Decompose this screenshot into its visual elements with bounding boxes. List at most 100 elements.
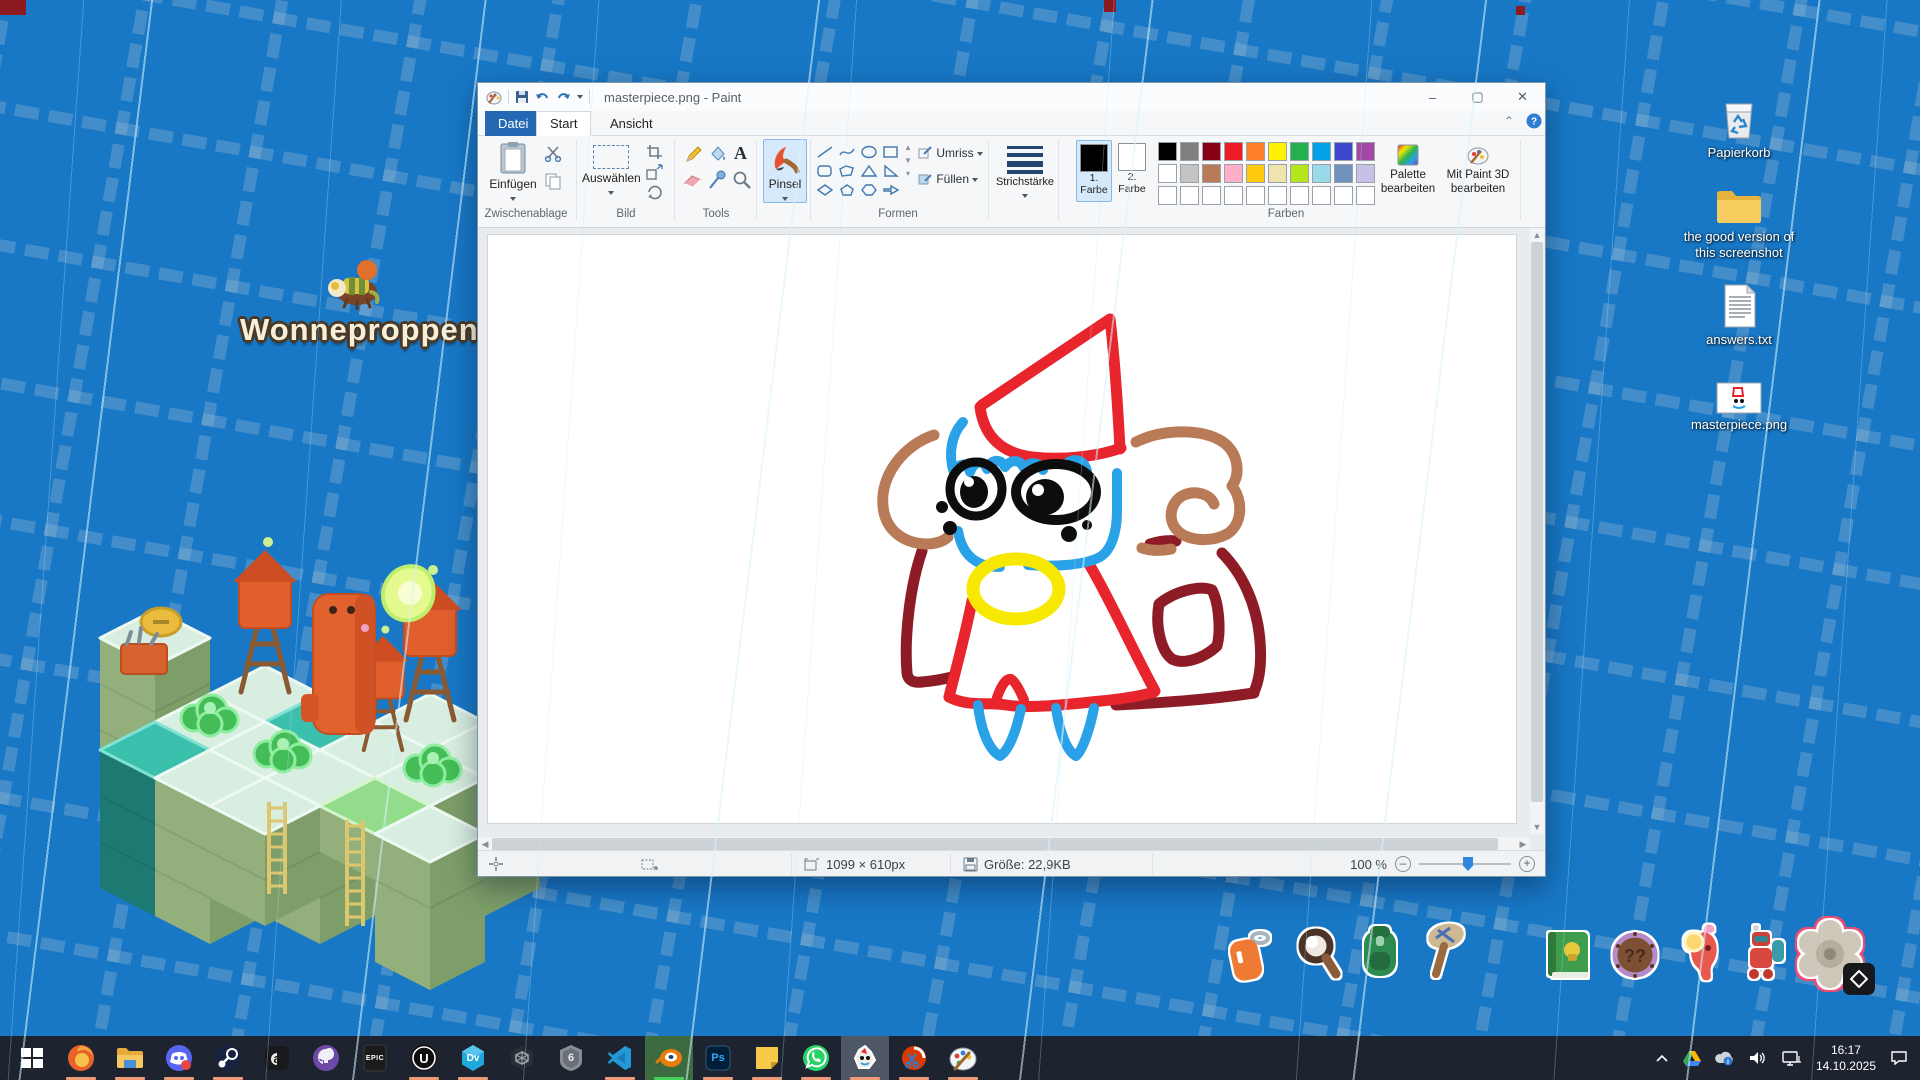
notification-center-icon[interactable] — [1890, 1050, 1908, 1066]
palette-swatch[interactable] — [1158, 164, 1177, 183]
resize-icon[interactable] — [646, 164, 664, 180]
zoom-out-button[interactable]: – — [1395, 856, 1411, 872]
horizontal-scroll-thumb[interactable] — [492, 838, 1498, 850]
help-icon[interactable]: ? — [1526, 113, 1542, 132]
tab-start[interactable]: Start — [536, 111, 591, 136]
palette-swatch-empty[interactable] — [1334, 186, 1353, 205]
palette-swatch[interactable] — [1356, 142, 1375, 161]
fill-dropdown[interactable]: Füllen — [918, 172, 978, 186]
palette-swatch-empty[interactable] — [1180, 186, 1199, 205]
taskbar-photoshop-icon[interactable]: Ps — [694, 1036, 742, 1080]
tab-ansicht[interactable]: Ansicht — [597, 111, 666, 136]
taskbar-discord-icon[interactable] — [155, 1036, 203, 1080]
palette-swatch[interactable] — [1268, 142, 1287, 161]
taskbar-sticker-app-icon[interactable] — [841, 1036, 889, 1080]
google-drive-icon[interactable] — [1683, 1050, 1701, 1066]
outline-dropdown[interactable]: Umriss — [918, 146, 983, 160]
shapes-scroll-icons[interactable]: ▲▼▾ — [902, 142, 914, 180]
palette-swatch[interactable] — [1224, 142, 1243, 161]
tab-datei[interactable]: Datei — [485, 111, 541, 136]
shape-option[interactable] — [814, 143, 836, 160]
shape-option[interactable] — [814, 162, 836, 179]
clock[interactable]: 16:17 14.10.2025 — [1816, 1042, 1876, 1074]
cut-icon[interactable] — [544, 146, 562, 162]
sticker-cursor-icon[interactable] — [1843, 963, 1875, 995]
cloud-info-icon[interactable]: i — [1715, 1050, 1735, 1066]
palette-swatch[interactable] — [1334, 164, 1353, 183]
redo-icon[interactable] — [556, 91, 571, 104]
palette-swatch-empty[interactable] — [1268, 186, 1287, 205]
palette-swatch-empty[interactable] — [1202, 186, 1221, 205]
save-icon[interactable] — [515, 90, 529, 104]
shape-option[interactable] — [836, 162, 858, 179]
palette-swatch[interactable] — [1224, 164, 1243, 183]
desktop-icon-recycle-bin[interactable]: Papierkorb — [1672, 96, 1806, 161]
horizontal-scrollbar[interactable]: ◀ ▶ — [478, 837, 1530, 851]
select-button[interactable]: Auswählen — [582, 139, 640, 199]
paint-titlebar[interactable]: masterpiece.png - Paint – ▢ ✕ — [478, 83, 1545, 111]
palette-swatch[interactable] — [1312, 142, 1331, 161]
zoom-slider-thumb[interactable] — [1463, 857, 1473, 871]
palette-swatch[interactable] — [1246, 142, 1265, 161]
palette-swatch[interactable] — [1312, 164, 1331, 183]
sticker-whistle[interactable] — [1222, 926, 1278, 993]
palette-swatch[interactable] — [1290, 142, 1309, 161]
size-button[interactable]: Strichstärke — [994, 139, 1056, 202]
palette-swatch[interactable] — [1290, 164, 1309, 183]
shape-option[interactable] — [858, 162, 880, 179]
palette-swatch[interactable] — [1202, 164, 1221, 183]
color2-button[interactable]: 2. Farbe — [1114, 140, 1150, 202]
palette-swatch[interactable] — [1334, 142, 1353, 161]
maximize-button[interactable]: ▢ — [1455, 83, 1500, 111]
paint3d-button[interactable]: Mit Paint 3Dbearbeiten — [1440, 144, 1516, 197]
palette-swatch-empty[interactable] — [1312, 186, 1331, 205]
qat-dropdown-icon[interactable] — [577, 95, 583, 99]
taskbar-firefox-icon[interactable] — [57, 1036, 105, 1080]
scroll-down-icon[interactable]: ▼ — [1530, 820, 1544, 834]
eraser-icon[interactable] — [682, 172, 704, 190]
zoom-in-button[interactable]: + — [1519, 856, 1535, 872]
palette-swatch[interactable] — [1202, 142, 1221, 161]
shape-option[interactable] — [814, 181, 836, 198]
pencil-icon[interactable] — [684, 144, 704, 164]
crop-icon[interactable] — [646, 144, 664, 160]
shape-option[interactable] — [880, 162, 902, 179]
sticker-lantern-creature[interactable] — [1674, 920, 1728, 989]
shape-option[interactable] — [858, 181, 880, 198]
shape-option[interactable] — [880, 143, 902, 160]
sticker-mallet[interactable] — [1416, 920, 1472, 987]
taskbar-start-icon[interactable] — [8, 1036, 56, 1080]
scroll-left-icon[interactable]: ◀ — [478, 837, 492, 851]
network-icon[interactable] — [1782, 1050, 1802, 1066]
edit-palette-button[interactable]: Palettebearbeiten — [1376, 144, 1440, 197]
palette-swatch-empty[interactable] — [1290, 186, 1309, 205]
taskbar-whatsapp-icon[interactable] — [792, 1036, 840, 1080]
sticker-robot[interactable] — [1738, 924, 1794, 991]
sticker-cookie[interactable]: ?? — [1606, 926, 1664, 989]
palette-swatch-empty[interactable] — [1224, 186, 1243, 205]
vertical-scrollbar[interactable]: ▲ ▼ — [1530, 228, 1544, 834]
taskbar-dv-icon[interactable]: Dv — [449, 1036, 497, 1080]
palette-swatch[interactable] — [1180, 164, 1199, 183]
minimize-button[interactable]: – — [1410, 83, 1455, 111]
sticker-book[interactable] — [1540, 926, 1596, 989]
scroll-right-icon[interactable]: ▶ — [1516, 837, 1530, 851]
close-button[interactable]: ✕ — [1500, 83, 1545, 111]
desktop-icon-folder[interactable]: the good version of this screenshot — [1672, 186, 1806, 262]
tray-expand-icon[interactable] — [1655, 1053, 1669, 1063]
palette-swatch[interactable] — [1158, 142, 1177, 161]
brush-button[interactable]: Pinsel — [763, 139, 807, 203]
shape-option[interactable] — [836, 181, 858, 198]
taskbar-unreal-icon[interactable]: U — [400, 1036, 448, 1080]
taskbar-epic-icon[interactable]: EPIC — [351, 1036, 399, 1080]
copy-icon[interactable] — [544, 172, 562, 190]
paste-button[interactable]: Einfügen — [486, 139, 540, 205]
taskbar-a-app-icon[interactable]: a — [253, 1036, 301, 1080]
collapse-ribbon-icon[interactable]: ⌃ — [1504, 114, 1514, 128]
taskbar-github-icon[interactable] — [302, 1036, 350, 1080]
shape-option[interactable] — [858, 143, 880, 160]
taskbar-snip-icon[interactable] — [890, 1036, 938, 1080]
desktop-icon-text-file[interactable]: answers.txt — [1672, 283, 1806, 348]
magnifier-icon[interactable] — [732, 170, 752, 190]
taskbar-blender-icon[interactable] — [645, 1036, 693, 1080]
